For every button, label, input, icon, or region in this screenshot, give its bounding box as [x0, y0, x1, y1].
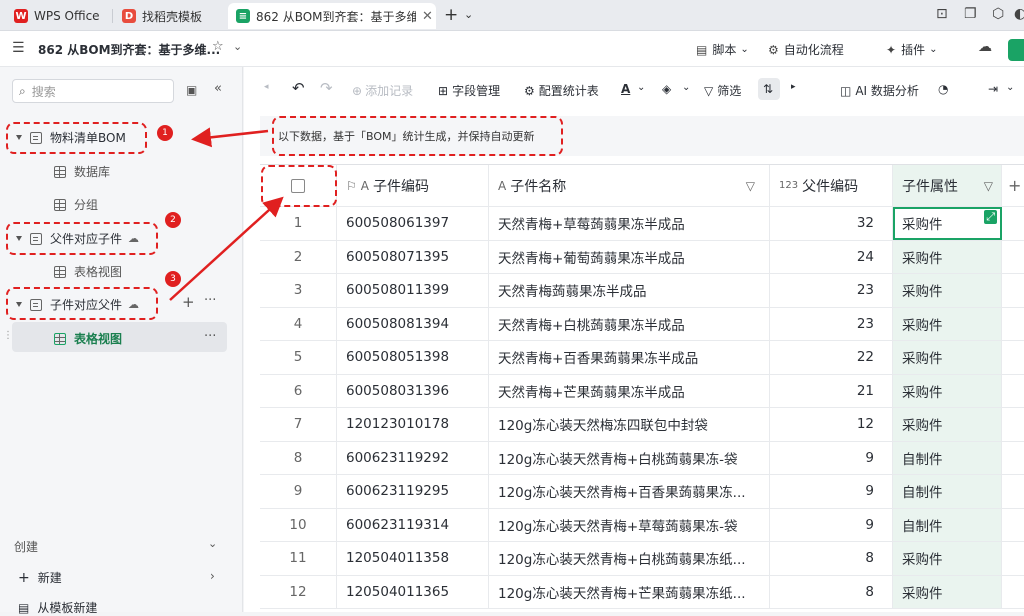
annotation-arrows [169, 127, 284, 301]
annotation-arrow [191, 127, 269, 148]
annotation-arrow [169, 196, 284, 301]
